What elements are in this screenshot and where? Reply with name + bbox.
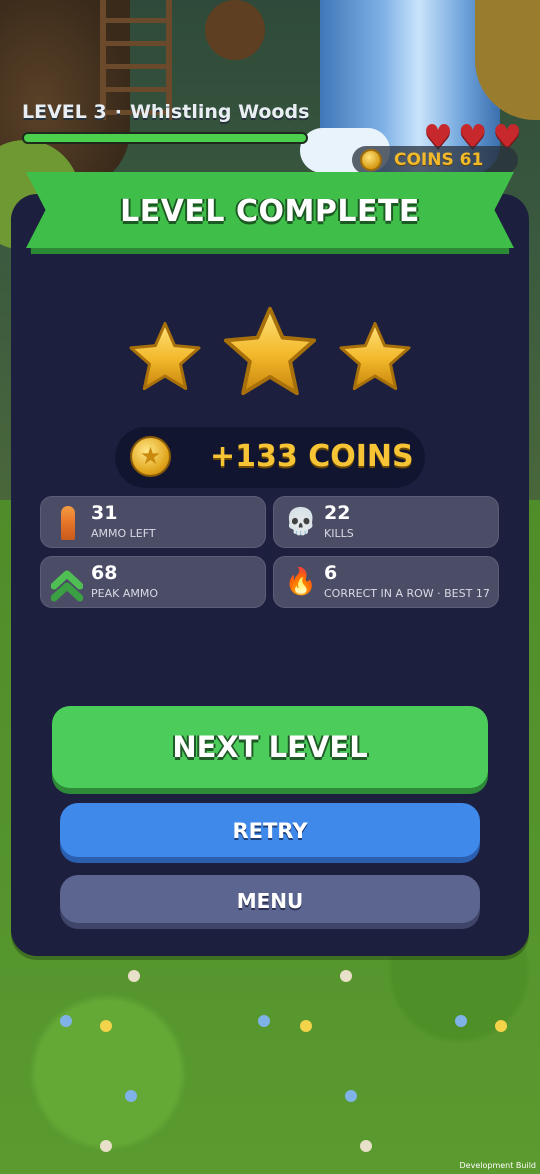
coin-icon [130,436,171,477]
star-icon [338,320,412,392]
level-indicator: LEVEL 3 · Whistling Woods [22,101,309,123]
log-end [205,0,265,60]
retry-button[interactable]: RETRY [60,803,480,857]
stat-value: 6 [324,562,338,584]
coins-counter-label: COINS 61 [394,150,484,170]
flower [100,1140,112,1152]
flower [495,1020,507,1032]
flower [128,970,140,982]
flower [455,1015,467,1027]
flower [360,1140,372,1152]
stat-label: CORRECT IN A ROW · BEST 17 [324,587,490,600]
coin-reward-text: +133 COINS [210,439,414,474]
level-separator: · [114,101,122,123]
flower [345,1090,357,1102]
stat-value: 22 [324,502,351,524]
level-progress-fill [24,134,306,142]
stat-value: 31 [91,502,118,524]
title-ribbon: LEVEL COMPLETE [26,172,514,258]
flower [60,1015,72,1027]
chevrons-up-icon [51,570,83,602]
stat-card-ammo-left: 31 AMMO LEFT [40,496,266,548]
star-icon [128,320,202,392]
skull-icon: 💀 [284,507,318,537]
star-icon [222,304,318,398]
stat-label: PEAK AMMO [91,587,158,600]
fire-icon: 🔥 [284,567,318,597]
stat-label: AMMO LEFT [91,527,156,540]
flower [125,1090,137,1102]
flower [340,970,352,982]
stat-card-peak-ammo: 68 PEAK AMMO [40,556,266,608]
flower [100,1020,112,1032]
coin-icon [360,149,382,171]
level-name: Whistling Woods [129,101,310,123]
panel-title: LEVEL COMPLETE [120,194,420,229]
flower [258,1015,270,1027]
stat-value: 68 [91,562,118,584]
next-level-button[interactable]: NEXT LEVEL [52,706,488,788]
development-build-tag: Development Build [459,1161,536,1170]
level-progress-bar [22,132,308,144]
bullet-icon [61,506,75,540]
stat-card-streak: 🔥 6 CORRECT IN A ROW · BEST 17 [273,556,499,608]
stat-label: KILLS [324,527,354,540]
flower [300,1020,312,1032]
coins-counter: COINS 61 [352,146,518,174]
level-number: LEVEL 3 [22,101,107,123]
menu-button[interactable]: MENU [60,875,480,923]
stat-card-kills: 💀 22 KILLS [273,496,499,548]
